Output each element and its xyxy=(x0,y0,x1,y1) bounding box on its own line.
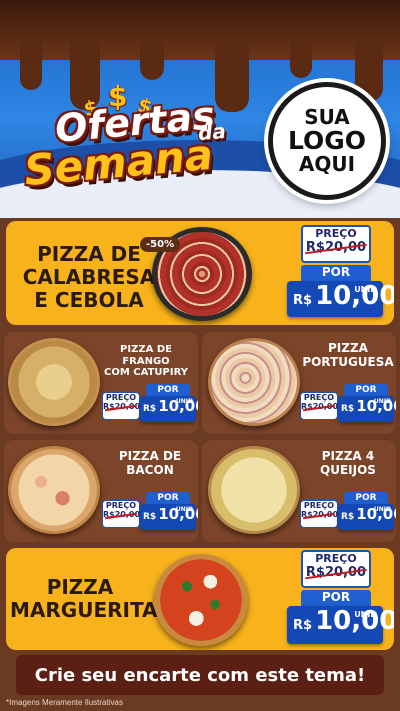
price-tag: R$ 10,00 UNID xyxy=(140,504,198,530)
old-price-box: PREÇO R$20,00 xyxy=(300,500,338,528)
old-price-box: PREÇO R$20,00 xyxy=(301,225,371,263)
header-banner: $ $ $ Ofertas da Semana SUA LOGO AQUI xyxy=(0,0,400,218)
price-tag: R$ 10,00 UNID xyxy=(338,396,396,422)
old-price-box: PREÇO R$20,00 xyxy=(300,392,338,420)
price-unit: UNID xyxy=(354,285,377,294)
por-label: POR xyxy=(146,384,190,396)
product-name: PIZZA DE FRANGO COM CATUPIRY xyxy=(96,344,196,379)
old-price-box: PREÇO R$20,00 xyxy=(102,392,140,420)
price-currency: R$ xyxy=(341,512,355,522)
pizza-bacon-image xyxy=(8,446,100,534)
product-card-portuguesa: PIZZA PORTUGUESA POR PREÇO R$20,00 R$ 10… xyxy=(202,332,396,434)
old-price: R$20,00 xyxy=(301,402,338,411)
product-name-line: PIZZA DE FRANGO xyxy=(120,344,172,367)
product-name-line: COM CATUPIRY xyxy=(104,367,188,378)
price-unit: UNID xyxy=(175,506,193,513)
product-name-line: PORTUGUESA xyxy=(302,354,394,369)
price-tag: R$ 10,00 UNID xyxy=(287,606,394,644)
old-price: R$20,00 xyxy=(303,240,369,255)
price-currency: R$ xyxy=(143,512,157,522)
logo-text-line: SUA xyxy=(304,104,350,129)
preco-label: PREÇO xyxy=(303,501,335,510)
price-unit: UNID xyxy=(373,398,391,405)
pizza-4-queijos-image xyxy=(208,446,300,534)
product-name-line: PIZZA xyxy=(328,341,368,355)
price-currency: R$ xyxy=(341,404,355,414)
por-label: POR xyxy=(146,492,190,504)
price-tag: R$ 10,00 UNID xyxy=(140,396,198,422)
pizza-portuguesa-image xyxy=(208,338,300,426)
por-label: POR xyxy=(301,265,371,281)
product-name-line: PIZZA xyxy=(46,575,114,599)
product-card-frango: PIZZA DE FRANGO COM CATUPIRY POR PREÇO R… xyxy=(4,332,198,434)
chocolate-drip-top xyxy=(0,0,400,60)
price-currency: R$ xyxy=(293,618,313,633)
preco-label: PREÇO xyxy=(105,393,137,402)
product-name: PIZZA PORTUGUESA xyxy=(300,341,396,370)
product-name: PIZZA MARGUERITA xyxy=(10,575,158,622)
logo-placeholder: SUA LOGO AQUI xyxy=(268,82,386,200)
product-name-line: CALABRESA xyxy=(22,265,156,289)
por-label: POR xyxy=(344,492,388,504)
product-name-line: PIZZA DE xyxy=(118,449,182,463)
product-card-calabresa: PIZZA DE CALABRESA E CEBOLA -50% PREÇO R… xyxy=(6,221,394,325)
title-semana: Semana xyxy=(22,129,215,196)
old-price: R$20,00 xyxy=(103,402,140,411)
product-card-4-queijos: PIZZA 4 QUEIJOS POR PREÇO R$20,00 R$ 10,… xyxy=(202,440,396,542)
old-price: R$20,00 xyxy=(301,510,338,519)
pizza-marguerita-image xyxy=(154,554,248,646)
price-unit: UNID xyxy=(354,610,377,619)
cta-banner: Crie seu encarte com este tema! xyxy=(16,655,384,695)
product-card-marguerita: PIZZA MARGUERITA PREÇO R$20,00 POR R$ 10… xyxy=(6,548,394,650)
price-tag: R$ 10,00 UNID xyxy=(338,504,396,530)
product-name: PIZZA 4 QUEIJOS xyxy=(300,449,396,478)
por-label: POR xyxy=(301,590,371,606)
discount-badge: -50% xyxy=(140,237,181,252)
logo-text-line: LOGO xyxy=(287,125,367,155)
price-unit: UNID xyxy=(373,506,391,513)
por-label: POR xyxy=(344,384,388,396)
product-name: PIZZA DE BACON xyxy=(102,449,198,478)
offers-title: $ $ $ Ofertas da Semana xyxy=(20,80,260,200)
product-name: PIZZA DE CALABRESA E CEBOLA xyxy=(14,243,164,312)
price-currency: R$ xyxy=(293,293,313,308)
product-name-line: MARGUERITA xyxy=(10,598,158,622)
old-price-box: PREÇO R$20,00 xyxy=(301,550,371,588)
disclaimer-text: *Imagens Meramente Ilustrativas xyxy=(6,698,123,707)
preco-label: PREÇO xyxy=(303,393,335,402)
logo-text-line: AQUI xyxy=(298,152,356,177)
price-tag: R$ 10,00 UNID xyxy=(287,281,394,317)
product-name-line: QUEIJOS xyxy=(320,462,376,477)
product-name-line: E CEBOLA xyxy=(34,288,144,312)
pizza-frango-image xyxy=(8,338,100,426)
product-card-bacon: PIZZA DE BACON POR PREÇO R$20,00 R$ 10,0… xyxy=(4,440,198,542)
chocolate-drip xyxy=(140,40,164,80)
old-price: R$20,00 xyxy=(303,565,369,580)
old-price-box: PREÇO R$20,00 xyxy=(102,500,140,528)
price-unit: UNID xyxy=(175,398,193,405)
product-name-line: PIZZA 4 xyxy=(321,449,375,463)
preco-label: PREÇO xyxy=(315,552,357,565)
price-currency: R$ xyxy=(143,404,157,414)
old-price: R$20,00 xyxy=(103,510,140,519)
chocolate-drip xyxy=(290,40,312,78)
product-name-line: BACON xyxy=(126,462,174,477)
preco-label: PREÇO xyxy=(315,227,357,240)
preco-label: PREÇO xyxy=(105,501,137,510)
